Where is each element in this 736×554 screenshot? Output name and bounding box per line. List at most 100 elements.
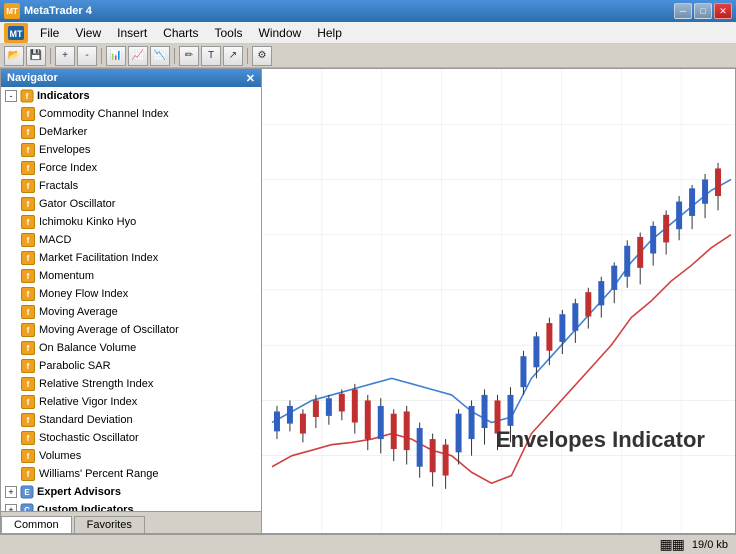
chart-title-label: Envelopes Indicator [496,427,705,453]
custom-expand-icon[interactable]: + [5,504,17,511]
navigator-list[interactable]: - f Indicators f Commodity Channel Index… [1,87,261,511]
nav-item-fractals[interactable]: f Fractals [1,177,261,195]
menu-file[interactable]: File [32,24,67,42]
force-label: Force Index [39,162,97,174]
sar-label: Parabolic SAR [39,360,111,372]
text-button[interactable]: T [201,46,221,66]
status-bar: ▦▦ 19/0 kb [0,534,736,554]
nav-item-demarker[interactable]: f DeMarker [1,123,261,141]
svg-text:MT: MT [10,29,23,39]
ichimoku-label: Ichimoku Kinko Hyo [39,216,136,228]
title-bar-title: MetaTrader 4 [24,5,92,17]
properties-button[interactable]: ⚙ [252,46,272,66]
nav-item-rvi[interactable]: f Relative Vigor Index [1,393,261,411]
nav-item-cci[interactable]: f Commodity Channel Index [1,105,261,123]
volumes-label: Volumes [39,450,81,462]
nav-section-custom[interactable]: + C Custom Indicators [1,501,261,511]
arrow-button[interactable]: ↗ [223,46,243,66]
fractals-label: Fractals [39,180,78,192]
zoom-out-button[interactable]: - [77,46,97,66]
maos-label: Moving Average of Oscillator [39,324,179,336]
price-chart [262,69,735,533]
toolbar: 📂 💾 + - 📊 📈 📉 ✏ T ↗ ⚙ [0,44,736,68]
nav-item-macd[interactable]: f MACD [1,231,261,249]
indicators-label: Indicators [37,90,90,102]
ea-label: Expert Advisors [37,486,121,498]
svg-text:E: E [24,488,30,497]
nav-item-rsi[interactable]: f Relative Strength Index [1,375,261,393]
menu-window[interactable]: Window [251,24,310,42]
momentum-icon: f [21,269,35,283]
menu-insert[interactable]: Insert [109,24,155,42]
nav-item-momentum[interactable]: f Momentum [1,267,261,285]
nav-item-maos[interactable]: f Moving Average of Oscillator [1,321,261,339]
nav-item-ichimoku[interactable]: f Ichimoku Kinko Hyo [1,213,261,231]
indicators-expand-icon[interactable]: - [5,90,17,102]
gator-icon: f [21,197,35,211]
menu-charts[interactable]: Charts [155,24,206,42]
mfi-icon: f [21,251,35,265]
close-button[interactable]: ✕ [714,3,732,19]
rvi-label: Relative Vigor Index [39,396,137,408]
menu-view[interactable]: View [67,24,109,42]
new-chart-button[interactable]: 📂 [4,46,24,66]
nav-item-sar[interactable]: f Parabolic SAR [1,357,261,375]
nav-item-mfi[interactable]: f Market Facilitation Index [1,249,261,267]
candle-chart-button[interactable]: 📈 [128,46,148,66]
minimize-button[interactable]: ─ [674,3,692,19]
cci-label: Commodity Channel Index [39,108,169,120]
toolbar-separator-4 [247,48,248,64]
rsi-icon: f [21,377,35,391]
nav-section-ea[interactable]: + E Expert Advisors [1,483,261,501]
nav-section-indicators[interactable]: - f Indicators [1,87,261,105]
chart-area: Envelopes Indicator [262,68,736,534]
force-icon: f [21,161,35,175]
fractals-icon: f [21,179,35,193]
tab-common[interactable]: Common [1,516,72,533]
title-bar: MT MetaTrader 4 ─ □ ✕ [0,0,736,22]
navigator-title: Navigator [7,72,58,84]
svg-text:f: f [26,92,29,101]
nav-item-ma[interactable]: f Moving Average [1,303,261,321]
ea-expand-icon[interactable]: + [5,486,17,498]
rvi-icon: f [21,395,35,409]
nav-item-volumes[interactable]: f Volumes [1,447,261,465]
money-flow-icon: f [21,287,35,301]
maximize-button[interactable]: □ [694,3,712,19]
nav-item-gator[interactable]: f Gator Oscillator [1,195,261,213]
ma-icon: f [21,305,35,319]
draw-button[interactable]: ✏ [179,46,199,66]
menu-tools[interactable]: Tools [207,24,251,42]
menu-app-icon: MT [4,23,28,43]
zoom-in-button[interactable]: + [55,46,75,66]
wpr-icon: f [21,467,35,481]
nav-item-wpr[interactable]: f Williams' Percent Range [1,465,261,483]
nav-item-obv[interactable]: f On Balance Volume [1,339,261,357]
maos-icon: f [21,323,35,337]
tab-favorites[interactable]: Favorites [74,516,145,533]
mfi-label: Market Facilitation Index [39,252,158,264]
stddev-label: Standard Deviation [39,414,133,426]
nav-item-money-flow[interactable]: f Money Flow Index [1,285,261,303]
navigator-close-button[interactable]: ✕ [246,72,255,85]
rsi-label: Relative Strength Index [39,378,153,390]
stddev-icon: f [21,413,35,427]
stoch-icon: f [21,431,35,445]
navigator-panel: Navigator ✕ - f Indicators f Commodity C… [0,68,262,534]
nav-item-envelopes[interactable]: f Envelopes [1,141,261,159]
demarker-icon: f [21,125,35,139]
stoch-label: Stochastic Oscillator [39,432,139,444]
nav-item-force[interactable]: f Force Index [1,159,261,177]
momentum-label: Momentum [39,270,94,282]
bar-chart-button[interactable]: 📊 [106,46,126,66]
ma-label: Moving Average [39,306,118,318]
navigator-tabs: Common Favorites [1,511,261,533]
save-button[interactable]: 💾 [26,46,46,66]
sar-icon: f [21,359,35,373]
nav-item-stddev[interactable]: f Standard Deviation [1,411,261,429]
title-bar-left: MT MetaTrader 4 [4,3,92,19]
nav-item-stoch[interactable]: f Stochastic Oscillator [1,429,261,447]
line-chart-button[interactable]: 📉 [150,46,170,66]
obv-label: On Balance Volume [39,342,136,354]
menu-help[interactable]: Help [309,24,350,42]
